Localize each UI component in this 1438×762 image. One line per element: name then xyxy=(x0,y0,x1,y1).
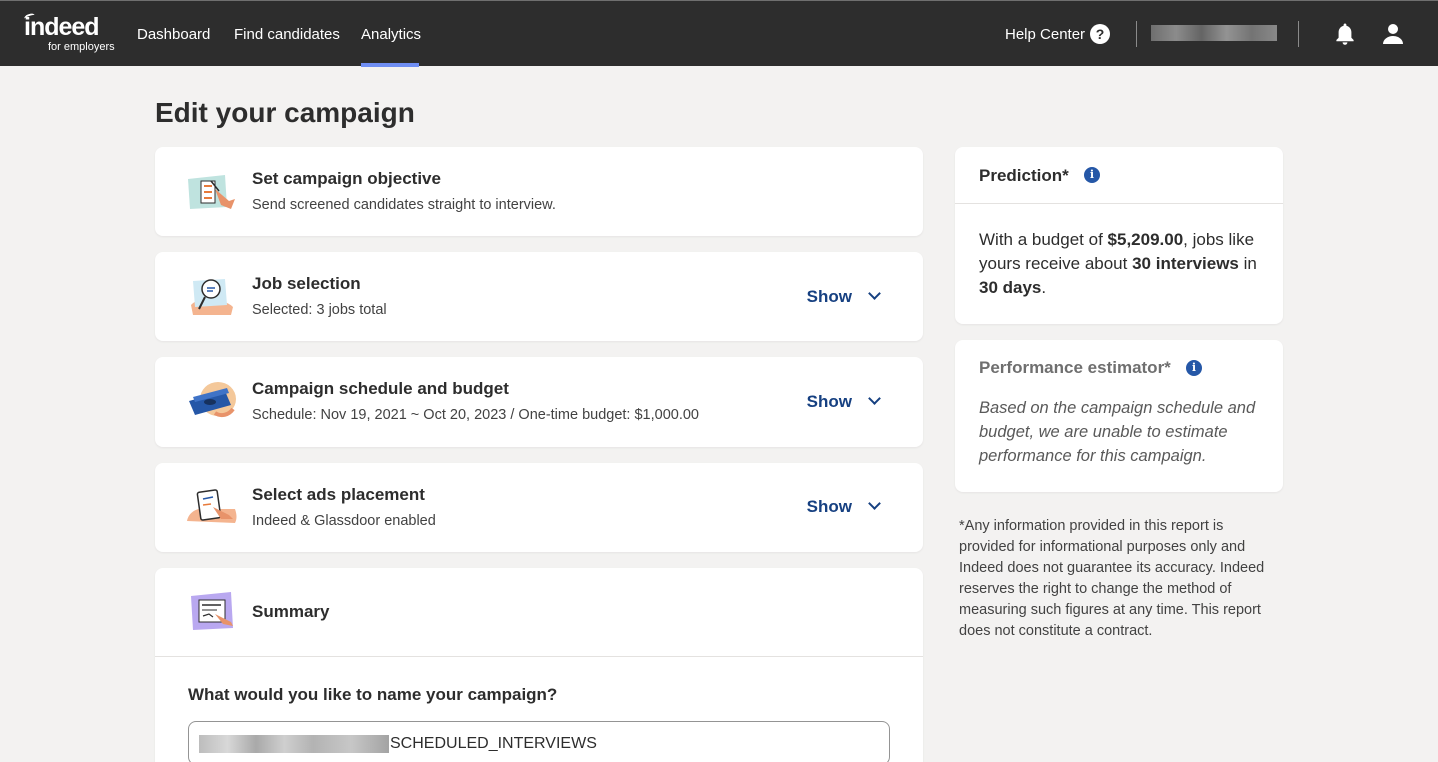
chevron-down-icon xyxy=(868,497,881,510)
step-subtitle: Selected: 3 jobs total xyxy=(252,302,387,318)
notifications-bell-icon[interactable] xyxy=(1334,22,1356,46)
step-title: Campaign schedule and budget xyxy=(252,379,509,398)
campaign-name-value: SCHEDULED_INTERVIEWS xyxy=(390,735,597,752)
prediction-text-part: With a budget of xyxy=(979,230,1108,249)
summary-card: Summary What would you like to name your… xyxy=(155,568,923,762)
step-subtitle: Schedule: Nov 19, 2021 ~ Oct 20, 2023 / … xyxy=(252,407,699,423)
chevron-down-icon xyxy=(868,392,881,405)
nav-active-indicator xyxy=(361,63,419,67)
summary-title: Summary xyxy=(252,602,330,621)
performance-estimator-card: Performance estimator* i Based on the ca… xyxy=(955,340,1283,492)
help-center-link[interactable]: Help Center xyxy=(1005,25,1085,45)
show-ads-placement-button[interactable]: Show xyxy=(806,496,881,518)
performance-estimator-text: Based on the campaign schedule and budge… xyxy=(979,399,1256,465)
help-question-icon[interactable]: ? xyxy=(1090,24,1110,44)
step-ads-placement[interactable]: Select ads placement Indeed & Glassdoor … xyxy=(155,463,923,552)
step-subtitle: Send screened candidates straight to int… xyxy=(252,197,556,213)
show-schedule-budget-button[interactable]: Show xyxy=(806,391,881,413)
prediction-divider xyxy=(955,203,1283,204)
step-subtitle: Indeed & Glassdoor enabled xyxy=(252,513,436,529)
logo-subtitle: for employers xyxy=(48,41,115,53)
indeed-logo[interactable]: indeed for employers xyxy=(23,12,118,55)
prediction-info-icon[interactable]: i xyxy=(1084,167,1100,183)
step-job-selection[interactable]: Job selection Selected: 3 jobs total Sho… xyxy=(155,252,923,341)
nav-dashboard[interactable]: Dashboard xyxy=(137,25,210,45)
summary-divider xyxy=(155,656,923,657)
chevron-down-icon xyxy=(868,287,881,300)
page-title: Edit your campaign xyxy=(155,97,415,128)
step-title: Job selection xyxy=(252,274,361,293)
nav-analytics[interactable]: Analytics xyxy=(361,25,421,45)
campaign-name-redacted xyxy=(199,735,389,753)
prediction-text-part: . xyxy=(1041,278,1047,297)
account-name-redacted[interactable] xyxy=(1151,25,1277,41)
campaign-name-input[interactable]: SCHEDULED_INTERVIEWS xyxy=(188,721,890,762)
job-search-illustration-icon xyxy=(191,279,233,315)
prediction-text-part: in xyxy=(1238,254,1257,273)
step-title: Select ads placement xyxy=(252,485,425,504)
prediction-budget: $5,209.00 xyxy=(1107,230,1184,249)
budget-money-illustration-icon xyxy=(189,382,236,418)
show-job-selection-button[interactable]: Show xyxy=(806,286,881,308)
nav-divider xyxy=(1298,21,1299,47)
prediction-interviews: 30 interviews xyxy=(1132,254,1239,273)
objective-illustration-icon xyxy=(188,175,235,209)
prediction-title: Prediction* xyxy=(979,166,1069,185)
logo-wordmark: indeed xyxy=(24,13,100,41)
step-title: Set campaign objective xyxy=(252,169,441,188)
prediction-days: 30 days xyxy=(979,278,1042,297)
ads-placement-illustration-icon xyxy=(187,489,237,523)
show-label: Show xyxy=(806,392,852,411)
show-label: Show xyxy=(806,497,852,516)
performance-info-icon[interactable]: i xyxy=(1186,360,1202,376)
nav-divider xyxy=(1136,21,1137,47)
step-campaign-objective[interactable]: Set campaign objective Send screened can… xyxy=(155,147,923,236)
summary-document-illustration-icon xyxy=(191,592,233,630)
disclaimer-text: *Any information provided in this report… xyxy=(959,518,1265,639)
show-label: Show xyxy=(806,287,852,306)
user-account-icon[interactable] xyxy=(1381,22,1405,46)
step-schedule-budget[interactable]: Campaign schedule and budget Schedule: N… xyxy=(155,357,923,447)
campaign-name-question: What would you like to name your campaig… xyxy=(188,685,558,704)
prediction-text: With a budget of $5,209.00, jobs like yo… xyxy=(979,228,1269,300)
performance-estimator-title: Performance estimator* xyxy=(979,358,1171,377)
prediction-card: Prediction* i With a budget of $5,209.00… xyxy=(955,147,1283,324)
nav-find-candidates[interactable]: Find candidates xyxy=(234,25,340,45)
top-navigation-bar: indeed for employers Dashboard Find cand… xyxy=(0,0,1438,67)
